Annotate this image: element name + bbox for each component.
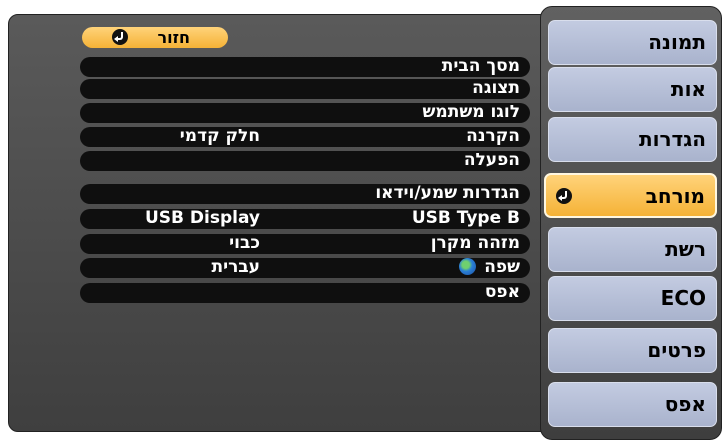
enter-icon: [112, 29, 128, 45]
row-value: עברית: [211, 257, 260, 277]
submenu-row-operation[interactable]: הפעלה: [80, 150, 530, 171]
menu-item-label: אפס: [664, 392, 706, 416]
submenu-row-user-logo[interactable]: לוגו משתמש: [80, 102, 530, 123]
back-button-label: חזור: [157, 28, 190, 47]
submenu-row-projector-id[interactable]: מזהה מקרן כבוי: [80, 233, 530, 254]
menu-item-label: אות: [670, 77, 706, 101]
menu-item-label: מורחב: [645, 184, 705, 208]
submenu-row-av-settings[interactable]: הגדרות שמע/וידאו: [80, 183, 530, 204]
submenu-row-display[interactable]: תצוגה: [80, 78, 530, 99]
globe-icon: [459, 258, 477, 275]
submenu-row-reset[interactable]: אפס: [80, 282, 530, 303]
row-label: הגדרות שמע/וידאו: [375, 183, 520, 203]
row-value: כבוי: [229, 233, 260, 253]
menu-item-extended[interactable]: מורחב: [544, 173, 717, 218]
row-label: מזהה מקרן: [430, 233, 520, 253]
submenu-row-home-screen[interactable]: מסך הבית: [80, 56, 530, 77]
menu-item-label: הגדרות: [638, 127, 706, 151]
row-label: הקרנה: [466, 126, 520, 146]
row-label: הפעלה: [463, 150, 520, 170]
menu-item-label: רשת: [665, 237, 706, 261]
menu-item-label: תמונה: [648, 30, 706, 54]
menu-item-image[interactable]: תמונה: [548, 20, 717, 65]
back-button[interactable]: חזור: [82, 27, 228, 48]
menu-item-reset[interactable]: אפס: [548, 382, 717, 427]
row-value: חלק קדמי: [179, 126, 260, 146]
projector-menu-screen: תמונה אות הגדרות מורחב רשת ECO פרטים אפס…: [0, 0, 725, 441]
menu-item-network[interactable]: רשת: [548, 227, 717, 272]
row-label: לוגו משתמש: [422, 102, 520, 122]
submenu-row-usb-type-b[interactable]: USB Type B USB Display: [80, 208, 530, 229]
row-label: מסך הבית: [441, 56, 520, 76]
menu-item-signal[interactable]: אות: [548, 67, 717, 112]
menu-item-settings[interactable]: הגדרות: [548, 117, 717, 162]
row-value: USB Display: [144, 208, 260, 228]
row-label: USB Type B: [411, 208, 520, 228]
row-label: תצוגה: [472, 78, 520, 98]
submenu-row-language[interactable]: שפה עברית: [80, 257, 530, 278]
submenu-row-projection[interactable]: הקרנה חלק קדמי: [80, 126, 530, 147]
menu-item-label: פרטים: [647, 338, 706, 362]
menu-item-info[interactable]: פרטים: [548, 328, 717, 373]
menu-item-eco[interactable]: ECO: [548, 276, 717, 321]
menu-item-label: ECO: [660, 286, 706, 310]
enter-icon: [556, 188, 572, 204]
row-label-text: שפה: [484, 257, 520, 277]
row-label: אפס: [484, 282, 520, 302]
row-label: שפה: [459, 257, 520, 277]
